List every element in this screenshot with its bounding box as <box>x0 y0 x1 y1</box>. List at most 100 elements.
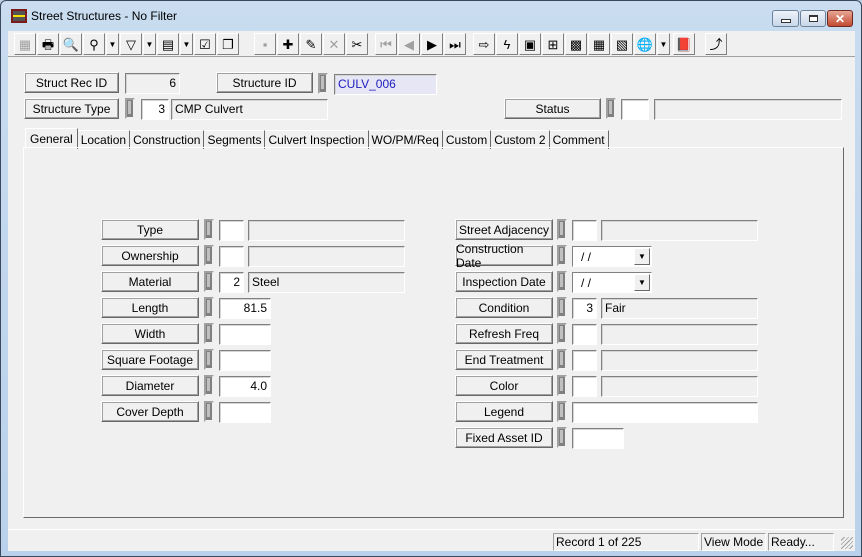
equipment-button[interactable]: ▩ <box>565 33 587 55</box>
street-adjacency-label-button[interactable]: Street Adjacency <box>455 219 553 240</box>
maximize-button[interactable] <box>800 10 826 27</box>
structure-id-grip-icon[interactable] <box>318 73 328 94</box>
related-records-button[interactable]: ▣ <box>519 33 541 55</box>
material-grip-icon[interactable] <box>204 271 214 292</box>
diameter-grip-icon[interactable] <box>204 375 214 396</box>
print-button[interactable]: 🖶 <box>37 33 59 55</box>
ownership-grip-icon[interactable] <box>204 245 214 266</box>
end-treatment-grip-icon[interactable] <box>557 349 567 370</box>
width-label-button[interactable]: Width <box>101 323 199 344</box>
diameter-label-button[interactable]: Diameter <box>101 375 199 396</box>
calculator-button[interactable]: ▦ <box>588 33 610 55</box>
street-adjacency-code-field[interactable] <box>572 220 597 241</box>
length-label-button[interactable]: Length <box>101 297 199 318</box>
find-dropdown-button[interactable]: ▼ <box>106 33 119 55</box>
construction-date-date-picker[interactable]: / / ▼ <box>572 246 652 267</box>
status-code-field[interactable] <box>621 99 649 120</box>
chevron-down-icon[interactable]: ▼ <box>634 274 650 291</box>
delete-button[interactable]: ✕ <box>323 33 345 55</box>
legend-grip-icon[interactable] <box>557 401 567 422</box>
cover-depth-label-button[interactable]: Cover Depth <box>101 401 199 422</box>
first-record-button[interactable]: ⏮ <box>375 33 397 55</box>
material-code-field[interactable]: 2 <box>219 272 244 293</box>
end-treatment-label-button[interactable]: End Treatment <box>455 349 553 370</box>
find-button[interactable]: ⚲ <box>83 33 105 55</box>
width-field[interactable] <box>219 324 271 345</box>
form-view-button[interactable]: ▦ <box>14 33 36 55</box>
square-footage-label-button[interactable]: Square Footage <box>101 349 199 370</box>
length-field[interactable]: 81.5 <box>219 298 271 319</box>
inspection-date-date-value[interactable]: / / <box>581 276 591 290</box>
status-label-button[interactable]: Status <box>504 98 601 119</box>
square-footage-grip-icon[interactable] <box>204 349 214 370</box>
type-grip-icon[interactable] <box>204 219 214 240</box>
fixed-asset-id-grip-icon[interactable] <box>557 427 567 448</box>
refresh-freq-label-button[interactable]: Refresh Freq <box>455 323 553 344</box>
gis-globe-dropdown-button[interactable]: ▼ <box>657 33 670 55</box>
gis-globe-button[interactable]: 🌐 <box>634 33 656 55</box>
title-bar[interactable]: Street Structures - No Filter ✕ <box>1 1 861 31</box>
structure-id-label-button[interactable]: Structure ID <box>216 72 313 93</box>
end-treatment-code-field[interactable] <box>572 350 597 371</box>
cut-button[interactable]: ✂ <box>346 33 368 55</box>
exit-button[interactable]: ⤴ <box>705 33 727 55</box>
construction-date-date-value[interactable]: / / <box>581 250 591 264</box>
condition-label-button[interactable]: Condition <box>455 297 553 318</box>
status-grip-icon[interactable] <box>606 98 616 119</box>
ownership-code-field[interactable] <box>219 246 244 267</box>
goto-button[interactable]: ⇨ <box>473 33 495 55</box>
street-adjacency-grip-icon[interactable] <box>557 219 567 240</box>
add-record-button[interactable]: ✚ <box>277 33 299 55</box>
struct-rec-id-label-button[interactable]: Struct Rec ID <box>24 72 119 93</box>
inspection-date-label-button[interactable]: Inspection Date <box>455 271 553 292</box>
edit-button[interactable]: ✎ <box>300 33 322 55</box>
construction-date-grip-icon[interactable] <box>557 245 567 266</box>
diameter-field[interactable]: 4.0 <box>219 376 271 397</box>
material-label-button[interactable]: Material <box>101 271 199 292</box>
map-layers-button[interactable]: ▧ <box>611 33 633 55</box>
legend-label-button[interactable]: Legend <box>455 401 553 422</box>
ownership-label-button[interactable]: Ownership <box>101 245 199 266</box>
next-record-button[interactable]: ▶ <box>421 33 443 55</box>
fixed-asset-id-field[interactable] <box>572 428 624 449</box>
construction-date-label-button[interactable]: Construction Date <box>455 242 553 270</box>
refresh-freq-grip-icon[interactable] <box>557 323 567 344</box>
resize-grip-icon[interactable] <box>841 537 853 549</box>
filter-dropdown-button[interactable]: ▼ <box>143 33 156 55</box>
previous-record-button[interactable]: ◀ <box>398 33 420 55</box>
preview-button[interactable]: 🔍 <box>60 33 82 55</box>
condition-code-field[interactable]: 3 <box>572 298 597 319</box>
structure-type-code-field[interactable]: 3 <box>141 99 169 120</box>
quick-action-button[interactable]: ϟ <box>496 33 518 55</box>
inspection-date-date-picker[interactable]: / / ▼ <box>572 272 652 293</box>
refresh-freq-code-field[interactable] <box>572 324 597 345</box>
type-label-button[interactable]: Type <box>101 219 199 240</box>
fixed-asset-id-label-button[interactable]: Fixed Asset ID <box>455 427 553 448</box>
minimize-button[interactable] <box>772 10 799 27</box>
structure-type-label-button[interactable]: Structure Type <box>24 98 119 119</box>
report-dropdown-button[interactable]: ▼ <box>180 33 193 55</box>
length-grip-icon[interactable] <box>204 297 214 318</box>
hierarchy-button[interactable]: ⊞ <box>542 33 564 55</box>
cover-depth-grip-icon[interactable] <box>204 401 214 422</box>
filter-button[interactable]: ▽ <box>120 33 142 55</box>
type-code-field[interactable] <box>219 220 244 241</box>
inspection-date-grip-icon[interactable] <box>557 271 567 292</box>
width-grip-icon[interactable] <box>204 323 214 344</box>
last-record-button[interactable]: ⏭ <box>444 33 466 55</box>
cover-depth-field[interactable] <box>219 402 271 423</box>
save-button[interactable]: ▪ <box>254 33 276 55</box>
structure-id-field[interactable]: CULV_006 <box>334 74 437 95</box>
properties-button[interactable]: ☑ <box>194 33 216 55</box>
tab-general[interactable]: General <box>25 128 78 149</box>
help-book-button[interactable]: 📕 <box>673 33 695 55</box>
condition-grip-icon[interactable] <box>557 297 567 318</box>
structure-type-grip-icon[interactable] <box>125 98 135 119</box>
legend-field[interactable] <box>572 402 758 423</box>
report-button[interactable]: ▤ <box>157 33 179 55</box>
copy-record-button[interactable]: ❐ <box>217 33 239 55</box>
close-button[interactable]: ✕ <box>827 10 853 27</box>
color-label-button[interactable]: Color <box>455 375 553 396</box>
square-footage-field[interactable] <box>219 350 271 371</box>
color-code-field[interactable] <box>572 376 597 397</box>
